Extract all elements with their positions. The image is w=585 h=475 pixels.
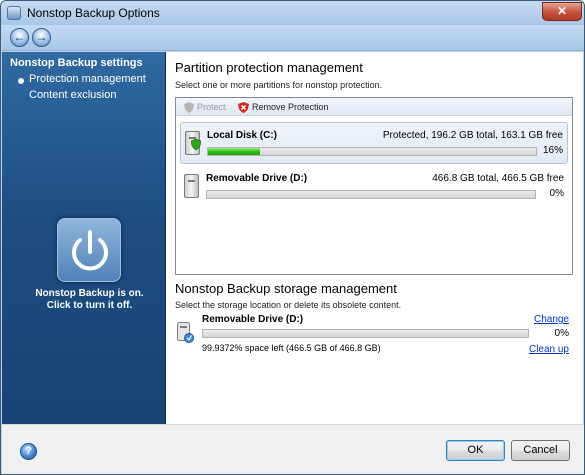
removable-drive-icon — [184, 174, 199, 198]
partition-section-title: Partition protection management — [175, 60, 363, 75]
drive-row-c[interactable]: Local Disk (C:) Protected, 196.2 GB tota… — [180, 122, 568, 164]
power-status-text[interactable]: Nonstop Backup is on. Click to turn it o… — [22, 288, 157, 312]
navigation-bar: ← → — [2, 25, 584, 51]
power-icon — [72, 230, 108, 271]
partition-section-desc: Select one or more partitions for nonsto… — [175, 80, 383, 90]
cancel-button[interactable]: Cancel — [511, 440, 570, 461]
sidebar-title: Nonstop Backup settings — [10, 57, 143, 69]
sidebar-item-content-exclusion[interactable]: Content exclusion — [29, 89, 116, 101]
remove-protection-button[interactable]: Remove Protection — [238, 100, 329, 114]
title-bar: Nonstop Backup Options ✕ — [1, 1, 584, 25]
drive-row-d[interactable]: Removable Drive (D:) 466.8 GB total, 466… — [180, 166, 568, 208]
protected-shield-icon — [191, 139, 201, 150]
forward-button[interactable]: → — [32, 28, 51, 47]
storage-usage-bar — [202, 329, 529, 338]
drive-name: Local Disk (C:) — [207, 130, 278, 141]
drive-usage-percent: 0% — [549, 188, 564, 199]
content-area: Nonstop Backup settings Protection manag… — [2, 52, 583, 424]
storage-section-title: Nonstop Backup storage management — [175, 281, 397, 296]
main-panel: Partition protection management Select o… — [167, 52, 583, 424]
sidebar: Nonstop Backup settings Protection manag… — [2, 52, 166, 424]
footer-bar: ? OK Cancel — [2, 424, 584, 474]
storage-drive-name: Removable Drive (D:) — [202, 314, 304, 325]
drive-usage-fill — [208, 148, 261, 155]
partition-list: Protect Remove Protection Local Disk (C:… — [175, 97, 573, 275]
drive-stats: 466.8 GB total, 466.5 GB free — [432, 173, 564, 184]
back-button[interactable]: ← — [10, 28, 29, 47]
selected-bullet-icon — [18, 78, 24, 84]
drive-name: Removable Drive (D:) — [206, 173, 308, 184]
drive-usage-percent: 16% — [542, 145, 563, 156]
help-icon[interactable]: ? — [20, 443, 37, 460]
change-link[interactable]: Change — [534, 314, 569, 325]
remove-shield-icon — [238, 101, 249, 113]
app-icon — [7, 6, 21, 20]
shield-icon — [184, 101, 194, 113]
storage-space-text: 99.9372% space left (466.5 GB of 466.8 G… — [202, 343, 381, 353]
power-status-line1: Nonstop Backup is on. — [35, 288, 144, 299]
power-status-line2: Click to turn it off. — [46, 300, 133, 311]
protect-button[interactable]: Protect — [184, 100, 226, 114]
clean-up-link[interactable]: Clean up — [529, 344, 569, 355]
power-toggle-button[interactable] — [57, 218, 121, 282]
drive-usage-bar — [207, 147, 537, 156]
storage-drive-icon — [177, 322, 194, 343]
close-button[interactable]: ✕ — [542, 2, 582, 21]
storage-section-desc: Select the storage location or delete it… — [175, 300, 402, 310]
remove-protection-label: Remove Protection — [252, 102, 329, 112]
drive-usage-bar — [206, 190, 536, 199]
protect-label: Protect — [197, 102, 226, 112]
ok-button[interactable]: OK — [446, 440, 505, 461]
sidebar-item-protection-management[interactable]: Protection management — [29, 73, 146, 85]
partition-toolbar: Protect Remove Protection — [176, 98, 572, 116]
storage-usage-percent: 0% — [554, 328, 569, 339]
options-window: Nonstop Backup Options ✕ ← → Nonstop Bac… — [0, 0, 585, 475]
window-title: Nonstop Backup Options — [27, 6, 160, 20]
drive-stats: Protected, 196.2 GB total, 163.1 GB free — [382, 130, 563, 141]
